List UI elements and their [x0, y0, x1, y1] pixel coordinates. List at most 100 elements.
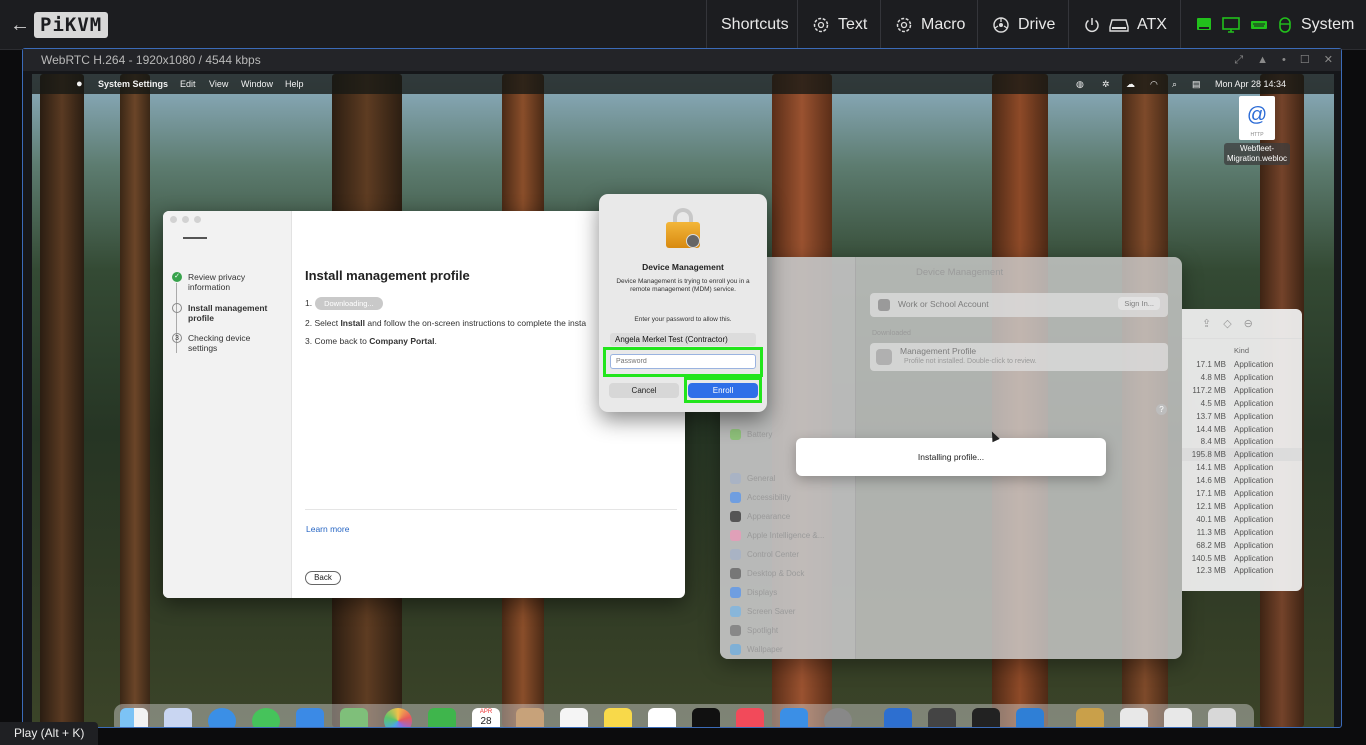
sidebar-item-battery[interactable]: Battery	[730, 429, 772, 440]
outlook-icon[interactable]	[1016, 708, 1044, 727]
list-item[interactable]: 140.5 MB Application	[1182, 552, 1302, 565]
list-item[interactable]: 68.2 MB Application	[1182, 539, 1302, 552]
list-item[interactable]: 14.1 MB Application	[1182, 461, 1302, 474]
remote-screen[interactable]: ● System Settings Edit View Window Help …	[32, 74, 1334, 727]
sidebar-item-wallpaper[interactable]: Wallpaper	[730, 644, 783, 655]
freeform-icon[interactable]	[648, 708, 676, 727]
list-item[interactable]: 12.3 MB Application	[1182, 564, 1302, 577]
file-kind: Application	[1234, 540, 1274, 550]
sidebar-item-accessibility[interactable]: Accessibility	[730, 492, 791, 503]
launchpad-icon[interactable]	[164, 708, 192, 727]
sidebar-item-spotlight[interactable]: Spotlight	[730, 625, 778, 636]
page-title: Install management profile	[305, 268, 470, 283]
system-settings-icon[interactable]	[824, 708, 852, 727]
triangle-icon[interactable]: ▲	[1257, 49, 1268, 71]
reminders-icon[interactable]	[560, 708, 588, 727]
username-field[interactable]: Angela Merkel Test (Contractor)	[610, 333, 756, 346]
sidebar-item-control-center[interactable]: Control Center	[730, 549, 799, 560]
text-menu[interactable]: Text	[797, 0, 881, 50]
help-icon[interactable]: ?	[1156, 404, 1167, 415]
menubar-app-name[interactable]: System Settings	[98, 74, 168, 94]
drive-menu[interactable]: Drive	[977, 0, 1069, 50]
menu-view[interactable]: View	[209, 74, 228, 94]
utility-icon[interactable]	[928, 708, 956, 727]
management-profile-row[interactable]: Management Profile Profile not installed…	[870, 343, 1168, 371]
maps-icon[interactable]	[340, 708, 368, 727]
downloads-folder-icon[interactable]	[1076, 708, 1104, 727]
back-button[interactable]: Back	[305, 571, 341, 585]
terminal-icon[interactable]	[972, 708, 1000, 727]
dot-icon[interactable]: •	[1282, 49, 1286, 71]
sidebar-item-screen-saver[interactable]: Screen Saver	[730, 606, 795, 617]
password-field[interactable]	[610, 354, 756, 369]
list-item[interactable]: 195.8 MB Application	[1182, 448, 1302, 462]
finder-icon[interactable]	[120, 708, 148, 727]
atx-menu[interactable]: ATX	[1068, 0, 1181, 50]
menubar-clock[interactable]: Mon Apr 28 14:34	[1215, 74, 1286, 94]
document-stack-icon-2[interactable]	[1164, 708, 1192, 727]
maximize-icon[interactable]: ☐	[1300, 49, 1310, 71]
list-item[interactable]: 117.2 MB Application	[1182, 384, 1302, 397]
apple-icon[interactable]: ●	[76, 74, 83, 94]
file-size: 11.3 MB	[1196, 527, 1226, 537]
list-item[interactable]: 17.1 MB Application	[1182, 358, 1302, 371]
facetime-icon[interactable]	[428, 708, 456, 727]
close-icon[interactable]: ✕	[1324, 49, 1333, 71]
window-traffic-lights[interactable]	[170, 216, 201, 223]
work-account-row[interactable]: Work or School Account Sign In...	[870, 293, 1168, 317]
learn-more-link[interactable]: Learn more	[306, 524, 349, 534]
sign-in-button[interactable]: Sign In...	[1118, 297, 1160, 310]
sidebar-item-appearance[interactable]: Appearance	[730, 511, 790, 522]
messages-icon[interactable]	[252, 708, 280, 727]
list-item[interactable]: 14.6 MB Application	[1182, 474, 1302, 487]
cancel-button[interactable]: Cancel	[609, 383, 679, 398]
fullscreen-icon[interactable]: ⤢	[1234, 49, 1243, 71]
calendar-icon[interactable]: APR 28	[472, 708, 500, 727]
apple-tv-icon[interactable]	[692, 708, 720, 727]
menu-window[interactable]: Window	[241, 74, 273, 94]
list-item[interactable]: 40.1 MB Application	[1182, 513, 1302, 526]
contacts-icon[interactable]	[516, 708, 544, 727]
cloud-status-icon[interactable]: ☁	[1126, 74, 1135, 94]
list-item[interactable]: 17.1 MB Application	[1182, 487, 1302, 500]
kind-column-header[interactable]: Kind	[1234, 346, 1249, 355]
system-menu[interactable]: System	[1180, 0, 1366, 50]
list-item[interactable]: 14.4 MB Application	[1182, 423, 1302, 436]
menu-help[interactable]: Help	[285, 74, 304, 94]
macro-menu[interactable]: Macro	[880, 0, 979, 50]
music-icon[interactable]	[736, 708, 764, 727]
menu-edit[interactable]: Edit	[180, 74, 196, 94]
list-item[interactable]: 4.5 MB Application	[1182, 397, 1302, 410]
control-center-icon[interactable]: ▤	[1192, 74, 1201, 94]
trash-icon[interactable]	[1208, 708, 1236, 727]
sidebar-item-desktop-dock[interactable]: Desktop & Dock	[730, 568, 804, 579]
list-item[interactable]: 8.4 MB Application	[1182, 435, 1302, 448]
app-store-icon[interactable]	[780, 708, 808, 727]
shortcuts-menu[interactable]: Shortcuts	[706, 0, 803, 50]
stream-window-titlebar[interactable]: WebRTC H.264 - 1920x1080 / 4544 kbps ⤢ ▲…	[23, 49, 1341, 71]
step-review-privacy: ✓ Review privacy information	[172, 272, 282, 292]
file-size: 12.3 MB	[1196, 566, 1226, 576]
desktop-file-webloc[interactable]: @ HTTP Webfleet- Migration.webloc	[1220, 96, 1294, 165]
finder-toolbar-icons[interactable]: ⇪◇⊖	[1182, 309, 1302, 339]
enroll-button[interactable]: Enroll	[688, 383, 758, 398]
document-stack-icon[interactable]	[1120, 708, 1148, 727]
safari-icon[interactable]	[208, 708, 236, 727]
notes-icon[interactable]	[604, 708, 632, 727]
gear-status-icon[interactable]: ✲	[1102, 74, 1110, 94]
back-arrow-icon[interactable]: ←	[10, 14, 30, 37]
sidebar-item-general[interactable]: General	[730, 473, 775, 484]
sidebar-item-apple-intelligence[interactable]: Apple Intelligence &...	[730, 530, 824, 541]
sidebar-item-displays[interactable]: Displays	[730, 587, 777, 598]
search-icon[interactable]: ⌕	[1172, 74, 1177, 94]
list-item[interactable]: 11.3 MB Application	[1182, 526, 1302, 539]
list-item[interactable]: 13.7 MB Application	[1182, 410, 1302, 423]
globe-status-icon[interactable]: ◍	[1076, 74, 1084, 94]
company-portal-icon[interactable]	[884, 708, 912, 727]
mail-icon[interactable]	[296, 708, 324, 727]
list-item[interactable]: 12.1 MB Application	[1182, 500, 1302, 513]
photos-icon[interactable]	[384, 708, 412, 727]
wifi-icon[interactable]: ◠	[1150, 74, 1158, 94]
list-item[interactable]: 4.8 MB Application	[1182, 371, 1302, 384]
shortcuts-label: Shortcuts	[721, 16, 789, 33]
